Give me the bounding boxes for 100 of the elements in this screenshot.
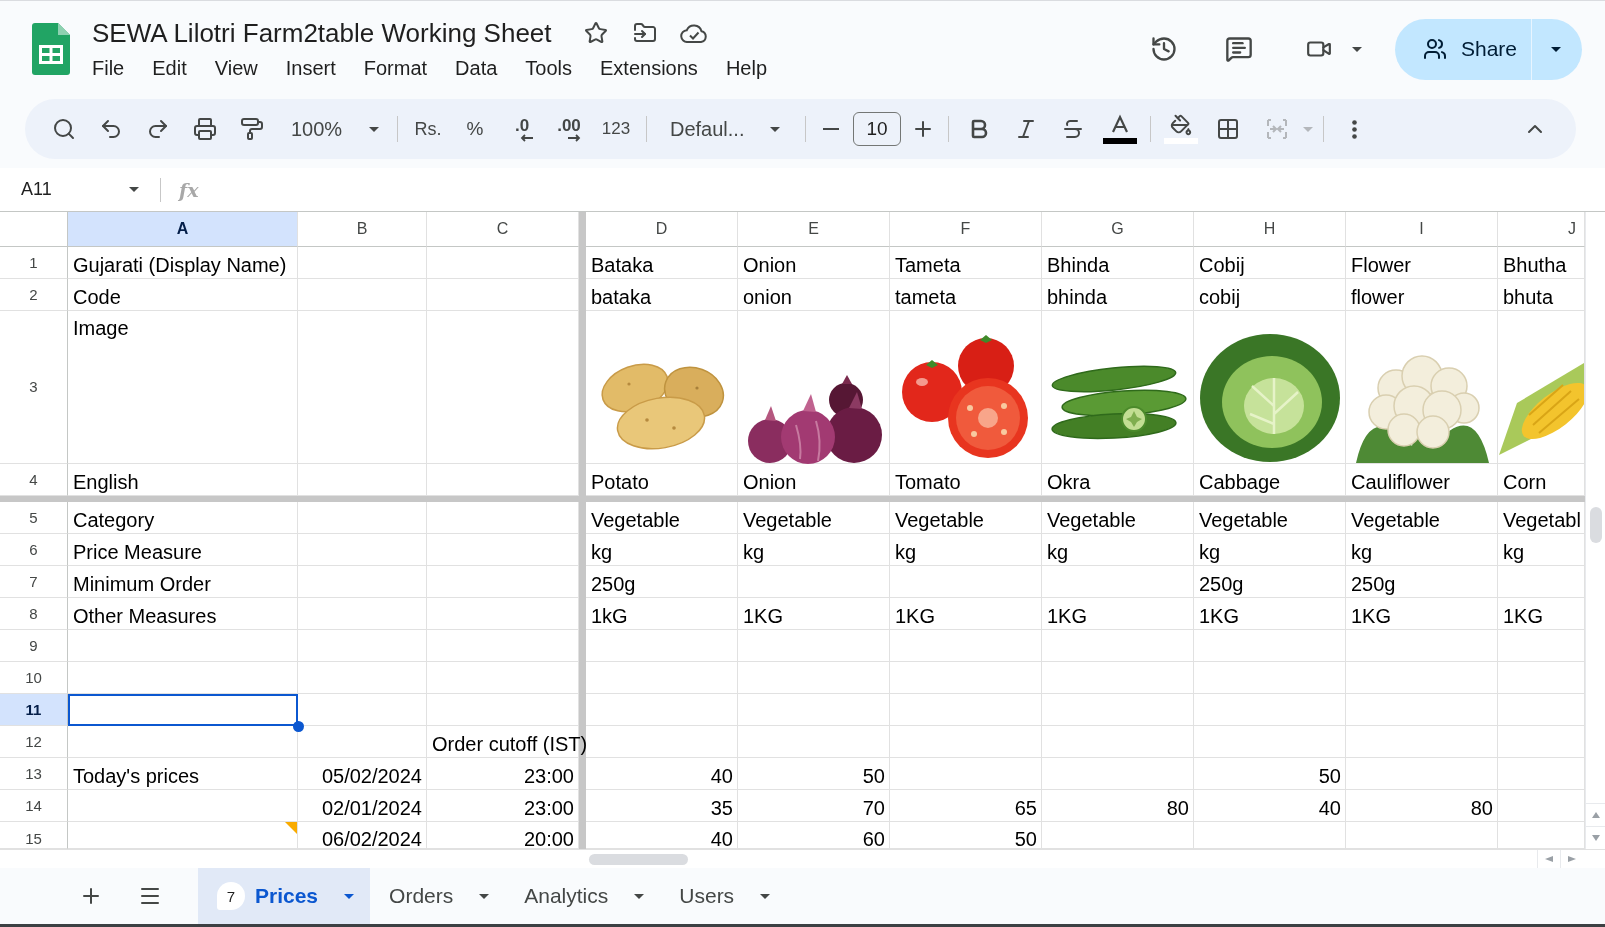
caret-icon	[760, 893, 771, 899]
cell-text: 23:00	[523, 797, 574, 819]
scrollbar-thumb[interactable]	[1589, 507, 1602, 543]
cell-text: 06/02/2024	[321, 828, 422, 849]
menu-item[interactable]: File	[86, 52, 131, 84]
cell-text: 70	[862, 797, 885, 819]
font-size-field[interactable]: 10	[853, 112, 901, 146]
cell-text: 250g	[591, 573, 636, 595]
share-button[interactable]: Share	[1395, 18, 1531, 80]
column-header[interactable]: A	[68, 212, 298, 247]
number-format-button[interactable]: 123	[596, 109, 636, 149]
cell-text: 80	[1166, 797, 1189, 819]
cell-text: kg	[1047, 541, 1069, 563]
sheet-tab[interactable]: Orders	[370, 868, 506, 924]
cell-text: Vegetable	[591, 509, 680, 531]
cell-text: kg	[1503, 541, 1525, 563]
menu-item[interactable]: Data	[449, 52, 504, 84]
cell-text: 80	[1470, 797, 1493, 819]
cell-text: kg	[1351, 541, 1373, 563]
name-box[interactable]: A11	[0, 172, 139, 207]
menu-item[interactable]: View	[208, 52, 264, 84]
menu-item[interactable]: Insert	[279, 52, 342, 84]
cell-text: 02/01/2024	[321, 797, 422, 819]
cell-text: 40	[1318, 797, 1341, 819]
cell-text: 250g	[1351, 573, 1396, 595]
document-title[interactable]: SEWA Lilotri Farm2table Working Sheet	[92, 16, 552, 50]
caret-icon	[129, 187, 139, 192]
cell-text: kg	[591, 541, 613, 563]
arrow-right-icon	[567, 133, 581, 142]
comment-icon	[1225, 35, 1253, 63]
sheet-tab[interactable]: Users	[660, 868, 787, 924]
cell-text: 1KG	[1047, 605, 1088, 627]
caret-right-icon	[1568, 856, 1576, 862]
cell-text: bataka	[591, 286, 652, 308]
cloud-check-icon	[679, 23, 708, 43]
cell-text: Bhinda	[1047, 254, 1110, 276]
cell-text: 60	[862, 828, 885, 849]
caret-icon	[344, 893, 355, 899]
sheet-tab[interactable]: 7 Prices	[198, 868, 371, 924]
cell-text: Image	[73, 317, 129, 339]
cell-text: 1kG	[591, 605, 628, 627]
search-icon	[52, 117, 76, 141]
cell-text: Vegetable	[743, 509, 832, 531]
cell-text: 65	[1014, 797, 1037, 819]
cell-text: onion	[743, 286, 792, 308]
cell-text: tameta	[895, 286, 957, 308]
cell-text: 50	[1014, 828, 1037, 849]
decrease-decimal-button[interactable]: .0	[502, 109, 542, 149]
cell-text: 05/02/2024	[321, 765, 422, 787]
sheet-tab[interactable]: Analytics	[505, 868, 661, 924]
text-color-icon	[1103, 114, 1137, 144]
menu-item[interactable]: Format	[357, 52, 434, 84]
drag-handle-icon[interactable]	[293, 721, 304, 732]
cell-text: Code	[73, 286, 121, 308]
count-badge: 7	[217, 882, 245, 910]
cell-text: flower	[1351, 286, 1405, 308]
star-icon	[583, 21, 608, 45]
cell-text: bhinda	[1047, 286, 1108, 308]
cell-text: Tomato	[895, 471, 961, 493]
redo-icon	[146, 117, 170, 141]
cell-text: 20:00	[523, 828, 574, 849]
merge-icon	[1265, 117, 1289, 141]
cell-text: Vegetabl	[1503, 509, 1581, 531]
cell-text: Category	[73, 509, 155, 531]
spreadsheet-icon[interactable]	[32, 23, 70, 75]
cell-text: Cauliflower	[1351, 471, 1450, 493]
row-number[interactable]: 11	[0, 694, 68, 726]
caret-icon	[479, 893, 490, 899]
scrollbar-thumb[interactable]	[589, 853, 688, 865]
cell-text: Vegetable	[895, 509, 984, 531]
font-dropdown[interactable]: Defaul...	[657, 109, 795, 149]
comment-marker-icon[interactable]	[285, 822, 297, 834]
cell-text: Bataka	[591, 254, 654, 276]
menu-item[interactable]: Edit	[146, 52, 193, 84]
selected-cell[interactable]	[68, 694, 298, 726]
cell-text: Bhutha	[1503, 254, 1567, 276]
cell-text: Cobij	[1199, 254, 1245, 276]
cell-text: English	[73, 471, 139, 493]
history-icon	[1150, 35, 1178, 63]
caret-up-icon	[1591, 812, 1600, 818]
menu-item[interactable]: Tools	[519, 52, 579, 84]
cell-text: 1KG	[1351, 605, 1392, 627]
cell-text: Other Measures	[73, 605, 217, 627]
fill-color-icon	[1164, 114, 1198, 144]
menu-item[interactable]: Extensions	[594, 52, 704, 84]
cell-text: 50	[1318, 765, 1341, 787]
cell-text: kg	[743, 541, 765, 563]
caret-left-icon	[1545, 856, 1553, 862]
currency-format-button[interactable]: Rs.	[408, 109, 448, 149]
minus-icon	[823, 128, 839, 130]
cell-text: Vegetable	[1047, 509, 1136, 531]
cell-text: Okra	[1047, 471, 1091, 493]
percent-format-button[interactable]: %	[455, 109, 495, 149]
cell-text: 1KG	[1199, 605, 1240, 627]
cell-text: Order cutoff (IST)	[432, 733, 588, 755]
increase-decimal-button[interactable]: .00	[549, 109, 589, 149]
cell-text: Cabbage	[1199, 471, 1281, 493]
menu-item[interactable]: Help	[719, 52, 773, 84]
zoom-dropdown[interactable]: 100%	[279, 109, 387, 149]
cell-text: 23:00	[523, 765, 574, 787]
